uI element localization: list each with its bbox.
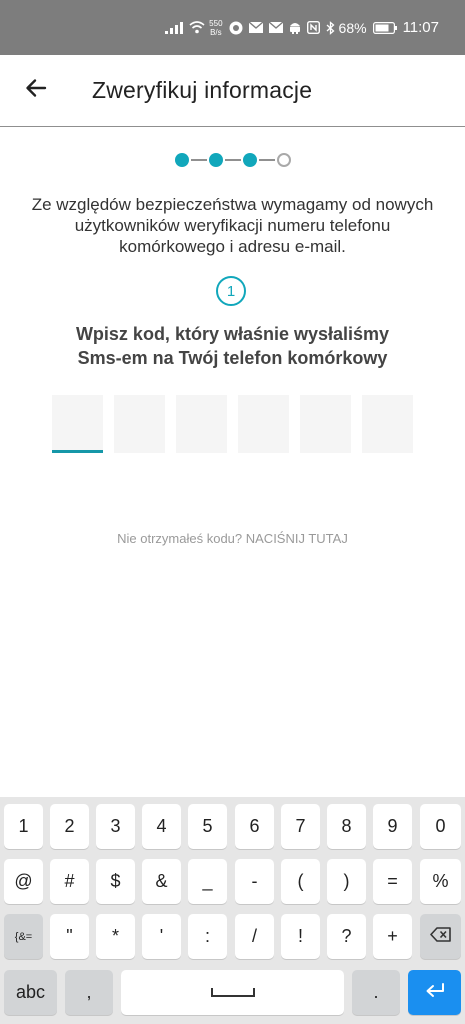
step-dot-completed <box>242 153 257 167</box>
step-dot-pending <box>276 153 291 167</box>
key-dollar[interactable]: $ <box>96 859 135 904</box>
signal-icon <box>165 21 184 34</box>
network-speed-value: 550 <box>209 18 223 28</box>
step-dot-completed <box>174 153 189 167</box>
code-prompt: Wpisz kod, który właśnie wysłaliśmy Sms-… <box>20 322 445 370</box>
bluetooth-icon <box>326 20 335 35</box>
key-ampersand[interactable]: & <box>142 859 181 904</box>
backspace-key[interactable] <box>420 914 461 959</box>
key-6[interactable]: 6 <box>235 804 274 849</box>
key-question[interactable]: ? <box>327 914 366 959</box>
code-digit-2[interactable] <box>114 395 165 453</box>
code-digit-4[interactable] <box>238 395 289 453</box>
network-speed: 550 B/s <box>209 19 222 37</box>
key-equals[interactable]: = <box>373 859 412 904</box>
key-exclamation[interactable]: ! <box>281 914 320 959</box>
mail-icon <box>248 22 263 33</box>
key-4[interactable]: 4 <box>142 804 181 849</box>
space-key[interactable] <box>121 970 344 1015</box>
key-3[interactable]: 3 <box>96 804 135 849</box>
key-colon[interactable]: : <box>188 914 227 959</box>
step-connector <box>224 159 241 161</box>
status-bar: 550 B/s 68% 11:07 <box>0 0 465 55</box>
code-prompt-line-1: Wpisz kod, który właśnie wysłaliśmy <box>75 324 390 344</box>
clock: 11:07 <box>402 19 439 36</box>
battery-percent: 68% <box>338 19 367 36</box>
backspace-icon <box>429 926 452 947</box>
key-8[interactable]: 8 <box>327 804 366 849</box>
key-at[interactable]: @ <box>4 859 43 904</box>
key-double-quote[interactable]: " <box>50 914 89 959</box>
page-title: Zweryfikuj informacje <box>92 77 313 103</box>
key-minus[interactable]: - <box>235 859 274 904</box>
app-notification-icon <box>229 21 243 35</box>
app-bar: Zweryfikuj informacje <box>0 55 465 127</box>
step-progress-indicator <box>0 150 465 170</box>
key-percent[interactable]: % <box>420 859 461 904</box>
key-slash[interactable]: / <box>235 914 274 959</box>
key-close-paren[interactable]: ) <box>327 859 366 904</box>
code-digit-3[interactable] <box>176 395 227 453</box>
nfc-icon <box>306 21 320 34</box>
battery-icon <box>372 21 397 34</box>
code-digit-5[interactable] <box>300 395 351 453</box>
step-number-badge: 1 <box>216 276 246 306</box>
enter-key[interactable] <box>408 970 461 1015</box>
key-asterisk[interactable]: * <box>96 914 135 959</box>
resend-code-link[interactable]: Nie otrzymałeś kodu? NACIŚNIJ TUTAJ <box>0 531 465 546</box>
key-apostrophe[interactable]: ' <box>142 914 181 959</box>
step-connector <box>258 159 275 161</box>
key-7[interactable]: 7 <box>281 804 320 849</box>
key-plus[interactable]: + <box>373 914 412 959</box>
step-connector <box>190 159 207 161</box>
security-intro-text: Ze względów bezpieczeństwa wymagamy od n… <box>31 195 434 256</box>
key-comma[interactable]: , <box>65 970 113 1015</box>
on-screen-keyboard: 1 2 3 4 5 6 7 8 9 0 @ # $ & _ - ( ) = % … <box>0 797 465 1024</box>
code-digit-1[interactable] <box>52 395 103 453</box>
key-abc[interactable]: abc <box>4 970 57 1015</box>
step-dot-completed <box>208 153 223 167</box>
key-more-symbols[interactable]: {&= <box>4 914 43 959</box>
key-2[interactable]: 2 <box>50 804 89 849</box>
key-open-paren[interactable]: ( <box>281 859 320 904</box>
code-prompt-line-2: Sms-em na Twój telefon komórkowy <box>77 348 388 368</box>
verification-code-input <box>52 395 414 453</box>
key-hash[interactable]: # <box>50 859 89 904</box>
key-5[interactable]: 5 <box>188 804 227 849</box>
key-underscore[interactable]: _ <box>188 859 227 904</box>
back-button[interactable] <box>16 71 56 111</box>
key-1[interactable]: 1 <box>4 804 43 849</box>
space-bar-icon <box>210 982 255 1003</box>
network-speed-unit: B/s <box>210 27 222 37</box>
key-period[interactable]: . <box>352 970 400 1015</box>
arrow-left-icon <box>24 76 48 105</box>
enter-icon <box>424 982 446 1003</box>
wifi-icon <box>189 21 205 34</box>
android-icon <box>289 21 301 34</box>
mail-icon-2 <box>268 22 283 33</box>
key-0[interactable]: 0 <box>420 804 461 849</box>
key-9[interactable]: 9 <box>373 804 412 849</box>
code-digit-6[interactable] <box>362 395 413 453</box>
